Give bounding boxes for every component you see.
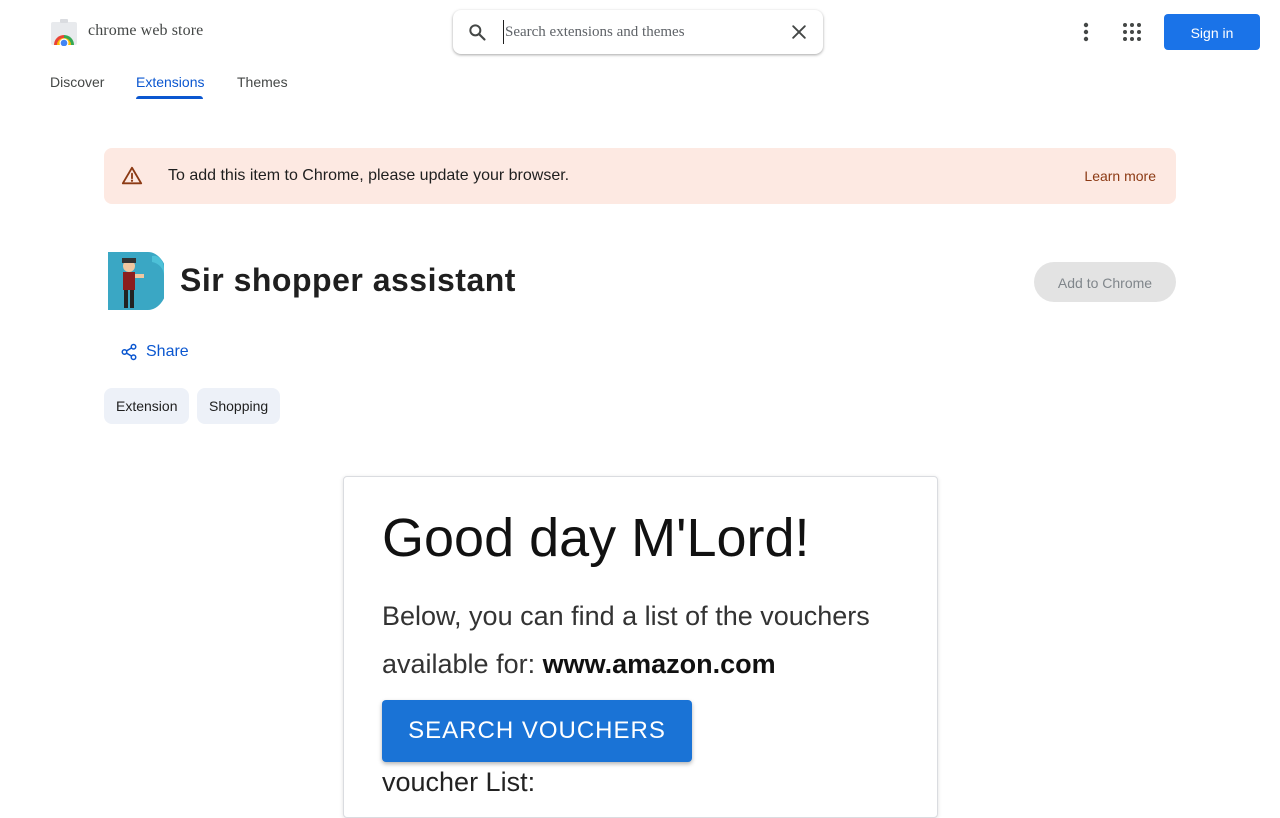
share-label: Share bbox=[146, 343, 189, 360]
apps-grid-icon[interactable] bbox=[1120, 20, 1144, 44]
share-icon bbox=[121, 343, 137, 361]
header: chrome web store Sign in bbox=[0, 0, 1280, 64]
warning-icon bbox=[121, 166, 143, 185]
banner-message: To add this item to Chrome, please updat… bbox=[168, 167, 570, 184]
preview-search-vouchers-button: SEARCH VOUCHERS bbox=[382, 700, 692, 762]
screenshot-preview[interactable]: Good day M'Lord! Below, you can find a l… bbox=[343, 476, 938, 818]
preview-line-2-prefix: available for: bbox=[382, 649, 543, 679]
preview-voucher-list-label: voucher List: bbox=[382, 767, 536, 797]
preview-heading: Good day M'Lord! bbox=[382, 508, 810, 568]
search-input[interactable] bbox=[503, 20, 775, 44]
preview-site: www.amazon.com bbox=[542, 649, 776, 679]
tab-themes[interactable]: Themes bbox=[237, 74, 288, 90]
learn-more-link[interactable]: Learn more bbox=[1084, 168, 1156, 184]
search-icon[interactable] bbox=[467, 22, 487, 42]
extension-icon bbox=[108, 252, 164, 310]
store-name[interactable]: chrome web store bbox=[88, 22, 203, 40]
sign-in-button[interactable]: Sign in bbox=[1164, 14, 1260, 50]
active-tab-indicator bbox=[136, 96, 203, 99]
chrome-web-store-logo[interactable] bbox=[50, 18, 78, 46]
tab-discover[interactable]: Discover bbox=[50, 74, 104, 90]
search-box[interactable] bbox=[453, 10, 823, 54]
more-vert-icon[interactable] bbox=[1074, 20, 1098, 44]
clear-icon[interactable] bbox=[789, 22, 809, 42]
add-to-chrome-button[interactable]: Add to Chrome bbox=[1034, 262, 1176, 302]
chip-shopping[interactable]: Shopping bbox=[197, 388, 281, 424]
preview-line-1: Below, you can find a list of the vouche… bbox=[382, 601, 870, 631]
chip-extension[interactable]: Extension bbox=[104, 388, 190, 424]
extension-title: Sir shopper assistant bbox=[180, 262, 516, 298]
update-browser-banner: To add this item to Chrome, please updat… bbox=[104, 148, 1176, 204]
preview-line-2: available for: www.amazon.com bbox=[382, 649, 776, 680]
tab-extensions[interactable]: Extensions bbox=[136, 74, 204, 90]
